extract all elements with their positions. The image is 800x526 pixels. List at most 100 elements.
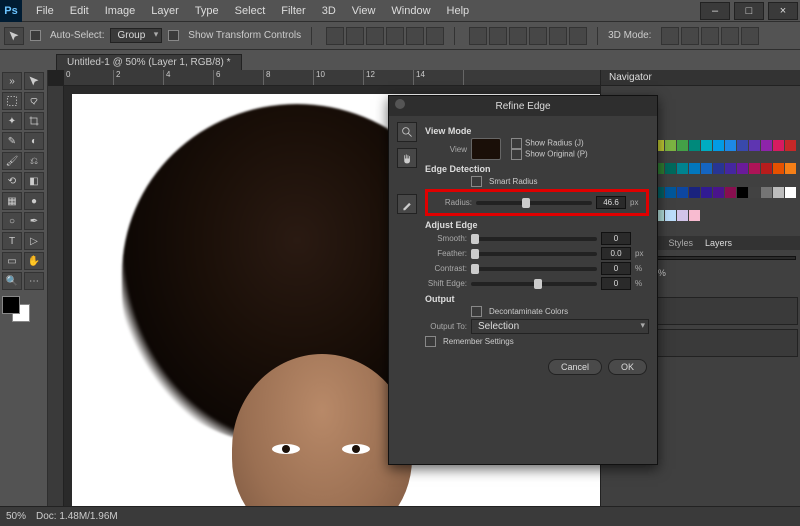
swatch-color[interactable] xyxy=(761,163,772,174)
swatch-color[interactable] xyxy=(749,187,760,198)
history-brush-tool[interactable]: ⟲ xyxy=(2,172,22,190)
swatch-color[interactable] xyxy=(773,140,784,151)
dialog-hand-tool[interactable] xyxy=(397,148,417,168)
swatch-color[interactable] xyxy=(665,187,676,198)
eraser-tool[interactable]: ◧ xyxy=(24,172,44,190)
menu-edit[interactable]: Edit xyxy=(62,5,97,17)
swatch-color[interactable] xyxy=(761,140,772,151)
zoom-tool[interactable]: 🔍 xyxy=(2,272,22,290)
output-to-select[interactable]: Selection xyxy=(471,319,649,334)
view-thumbnail[interactable] xyxy=(471,138,501,160)
swatch-color[interactable] xyxy=(677,210,688,221)
distribute-icon[interactable] xyxy=(509,27,527,45)
swatch-color[interactable] xyxy=(665,140,676,151)
menu-3d[interactable]: 3D xyxy=(314,5,344,17)
align-icon[interactable] xyxy=(426,27,444,45)
feather-value[interactable]: 0.0 xyxy=(601,247,631,260)
show-original-checkbox[interactable] xyxy=(511,149,522,160)
pen-tool[interactable]: ✒ xyxy=(24,212,44,230)
swatch-color[interactable] xyxy=(701,140,712,151)
swatch-color[interactable] xyxy=(725,163,736,174)
dialog-zoom-tool[interactable] xyxy=(397,122,417,142)
blur-tool[interactable]: ● xyxy=(24,192,44,210)
show-transform-checkbox[interactable] xyxy=(168,30,179,41)
marquee-tool[interactable] xyxy=(2,92,22,110)
align-icon[interactable] xyxy=(326,27,344,45)
menu-file[interactable]: File xyxy=(28,5,62,17)
swatch-color[interactable] xyxy=(725,187,736,198)
swatch-color[interactable] xyxy=(701,163,712,174)
distribute-icon[interactable] xyxy=(569,27,587,45)
swatch-color[interactable] xyxy=(785,163,796,174)
mode3d-icon[interactable] xyxy=(721,27,739,45)
menu-filter[interactable]: Filter xyxy=(273,5,313,17)
crop-tool[interactable] xyxy=(24,112,44,130)
menu-select[interactable]: Select xyxy=(227,5,274,17)
stamp-tool[interactable]: ⎌ xyxy=(24,152,44,170)
auto-select-checkbox[interactable] xyxy=(30,30,41,41)
smart-radius-checkbox[interactable] xyxy=(471,176,482,187)
distribute-icon[interactable] xyxy=(549,27,567,45)
gradient-tool[interactable]: ▦ xyxy=(2,192,22,210)
swatch-color[interactable] xyxy=(689,140,700,151)
swatch-color[interactable] xyxy=(713,163,724,174)
swatch-color[interactable] xyxy=(677,163,688,174)
menu-view[interactable]: View xyxy=(344,5,384,17)
status-zoom[interactable]: 50% xyxy=(6,511,26,522)
brush-tool[interactable]: 🖌 xyxy=(2,152,22,170)
styles-tab[interactable]: Styles xyxy=(663,236,700,250)
swatch-color[interactable] xyxy=(677,140,688,151)
swatch-color[interactable] xyxy=(749,140,760,151)
lasso-tool[interactable] xyxy=(24,92,44,110)
type-tool[interactable]: T xyxy=(2,232,22,250)
menu-type[interactable]: Type xyxy=(187,5,227,17)
align-icon[interactable] xyxy=(346,27,364,45)
wand-tool[interactable]: ✦ xyxy=(2,112,22,130)
swatch-color[interactable] xyxy=(725,140,736,151)
path-tool[interactable]: ▷ xyxy=(24,232,44,250)
document-tab[interactable]: Untitled-1 @ 50% (Layer 1, RGB/8) * xyxy=(56,54,242,70)
window-minimize-button[interactable]: – xyxy=(700,2,730,20)
smooth-value[interactable]: 0 xyxy=(601,232,631,245)
window-close-button[interactable]: × xyxy=(768,2,798,20)
heal-tool[interactable]: ◐ xyxy=(24,132,44,150)
move-tool[interactable] xyxy=(24,72,44,90)
cancel-button[interactable]: Cancel xyxy=(548,359,602,375)
swatch-color[interactable] xyxy=(785,187,796,198)
swatch-color[interactable] xyxy=(713,187,724,198)
swatch-color[interactable] xyxy=(665,163,676,174)
swatch-color[interactable] xyxy=(737,163,748,174)
expand-icon[interactable]: » xyxy=(2,72,22,90)
mode3d-icon[interactable] xyxy=(741,27,759,45)
menu-window[interactable]: Window xyxy=(383,5,438,17)
dialog-refine-brush-tool[interactable] xyxy=(397,194,417,214)
swatch-color[interactable] xyxy=(713,140,724,151)
swatch-color[interactable] xyxy=(737,140,748,151)
dialog-titlebar[interactable]: Refine Edge xyxy=(389,96,657,116)
align-icon[interactable] xyxy=(366,27,384,45)
edit-toolbar[interactable]: ⋯ xyxy=(24,272,44,290)
swatch-color[interactable] xyxy=(689,163,700,174)
mode3d-icon[interactable] xyxy=(701,27,719,45)
menu-layer[interactable]: Layer xyxy=(143,5,187,17)
swatch-color[interactable] xyxy=(761,187,772,198)
mode3d-icon[interactable] xyxy=(681,27,699,45)
smooth-slider[interactable] xyxy=(471,237,597,241)
swatch-color[interactable] xyxy=(737,187,748,198)
auto-select-dropdown[interactable]: Group xyxy=(110,28,162,43)
swatch-color[interactable] xyxy=(773,187,784,198)
swatch-color[interactable] xyxy=(677,187,688,198)
decontaminate-checkbox[interactable] xyxy=(471,306,482,317)
radius-slider[interactable] xyxy=(476,201,592,205)
dodge-tool[interactable]: ○ xyxy=(2,212,22,230)
hand-tool[interactable]: ✋ xyxy=(24,252,44,270)
mode3d-icon[interactable] xyxy=(661,27,679,45)
swatch-color[interactable] xyxy=(689,210,700,221)
color-swatch[interactable] xyxy=(2,296,42,322)
window-maximize-button[interactable]: □ xyxy=(734,2,764,20)
distribute-icon[interactable] xyxy=(489,27,507,45)
swatch-color[interactable] xyxy=(665,210,676,221)
show-radius-checkbox[interactable] xyxy=(511,138,522,149)
shift-edge-slider[interactable] xyxy=(471,282,597,286)
swatch-color[interactable] xyxy=(773,163,784,174)
